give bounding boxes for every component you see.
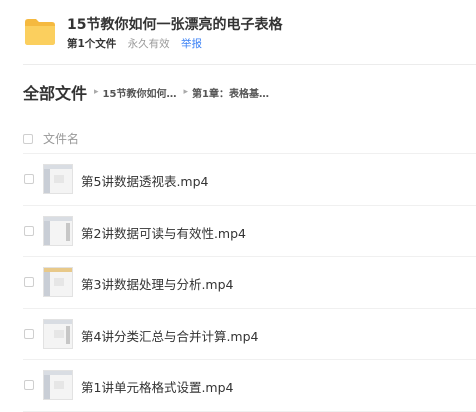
column-header-filename[interactable]: 文件名 bbox=[43, 130, 79, 147]
video-thumbnail-icon bbox=[43, 164, 73, 194]
breadcrumb-item[interactable]: 第1章：表格基… bbox=[192, 85, 269, 100]
video-thumbnail-icon bbox=[43, 318, 73, 349]
row-checkbox[interactable] bbox=[24, 380, 34, 391]
row-checkbox[interactable] bbox=[24, 225, 34, 236]
share-meta: 第1个文件 永久有效 举报 bbox=[67, 36, 202, 51]
breadcrumb-item[interactable]: 15节教你如何… bbox=[103, 85, 177, 100]
file-name[interactable]: 第4讲分类汇总与合并计算.mp4 bbox=[81, 326, 259, 345]
file-name[interactable]: 第5讲数据透视表.mp4 bbox=[81, 171, 209, 190]
breadcrumb-root[interactable]: 全部文件 bbox=[23, 80, 87, 104]
breadcrumb-separator-icon: ▸ bbox=[94, 87, 99, 97]
validity-text: 永久有效 bbox=[127, 38, 170, 50]
report-link[interactable]: 举报 bbox=[181, 38, 202, 50]
file-count: 第1个文件 bbox=[67, 38, 117, 50]
file-name[interactable]: 第1讲单元格格式设置.mp4 bbox=[81, 377, 234, 396]
row-checkbox[interactable] bbox=[24, 277, 34, 288]
share-header: 15节教你如何一张漂亮的电子表格 第1个文件 永久有效 举报 bbox=[0, 0, 476, 64]
file-row[interactable]: 第5讲数据透视表.mp4 bbox=[23, 154, 476, 206]
row-checkbox[interactable] bbox=[24, 328, 34, 339]
file-list: 第5讲数据透视表.mp4 第2讲数据可读与有效性.mp4 第3讲数据处理与分析.… bbox=[23, 154, 476, 412]
video-thumbnail-icon bbox=[43, 370, 73, 400]
breadcrumb: 全部文件 ▸ 15节教你如何… ▸ 第1章：表格基… bbox=[23, 80, 269, 104]
file-row[interactable]: 第2讲数据可读与有效性.mp4 bbox=[23, 206, 476, 257]
file-row[interactable]: 第4讲分类汇总与合并计算.mp4 bbox=[23, 309, 476, 360]
file-row[interactable]: 第3讲数据处理与分析.mp4 bbox=[23, 257, 476, 309]
file-name[interactable]: 第3讲数据处理与分析.mp4 bbox=[81, 274, 234, 293]
video-thumbnail-icon bbox=[43, 267, 73, 297]
list-header: 文件名 bbox=[23, 130, 79, 147]
breadcrumb-separator-icon: ▸ bbox=[183, 87, 188, 97]
header-divider bbox=[23, 64, 476, 65]
video-thumbnail-icon bbox=[43, 215, 73, 246]
folder-icon bbox=[23, 14, 57, 48]
file-name[interactable]: 第2讲数据可读与有效性.mp4 bbox=[81, 223, 246, 242]
select-all-checkbox[interactable] bbox=[23, 133, 33, 144]
file-row[interactable]: 第1讲单元格格式设置.mp4 bbox=[23, 360, 476, 412]
row-checkbox[interactable] bbox=[24, 174, 34, 185]
share-title: 15节教你如何一张漂亮的电子表格 bbox=[67, 17, 283, 33]
